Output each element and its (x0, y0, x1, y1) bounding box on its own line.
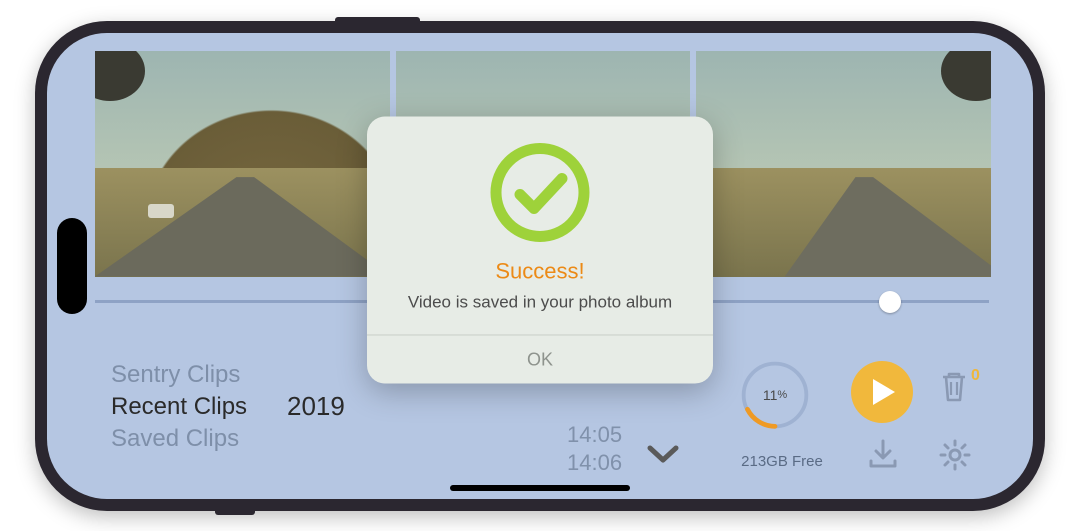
success-check-icon (484, 136, 596, 248)
clip-category-saved[interactable]: Saved Clips (111, 423, 247, 455)
dynamic-island (57, 218, 87, 314)
play-button[interactable] (851, 361, 913, 423)
chevron-down-icon[interactable] (647, 445, 679, 470)
clip-time-1[interactable]: 14:05 (567, 421, 622, 449)
storage-percent: 11% (737, 357, 813, 433)
storage-ring[interactable]: 11% (737, 357, 813, 433)
clip-category-list: Sentry Clips Recent Clips Saved Clips (111, 359, 247, 455)
storage-free-label: 213GB Free (727, 453, 837, 470)
clip-time-2[interactable]: 14:06 (567, 449, 622, 477)
download-icon (867, 439, 899, 469)
thumbnail-right[interactable] (696, 51, 991, 277)
success-modal: Success! Video is saved in your photo al… (367, 116, 713, 383)
scrubber-thumb[interactable] (879, 291, 901, 313)
play-icon (871, 377, 897, 407)
modal-title: Success! (387, 258, 693, 284)
download-button[interactable] (867, 439, 899, 474)
phone-frame: Sentry Clips Recent Clips Saved Clips 20… (35, 21, 1045, 511)
clip-time-list: 14:05 14:06 (567, 421, 622, 477)
trash-button[interactable]: 0 (939, 369, 980, 403)
clip-category-sentry[interactable]: Sentry Clips (111, 359, 247, 391)
thumbnail-left[interactable] (95, 51, 390, 277)
clip-category-recent[interactable]: Recent Clips (111, 391, 247, 423)
screen: Sentry Clips Recent Clips Saved Clips 20… (47, 33, 1033, 499)
settings-button[interactable] (939, 439, 971, 476)
trash-icon (939, 369, 969, 403)
modal-message: Video is saved in your photo album (387, 292, 693, 312)
home-indicator[interactable] (450, 485, 630, 491)
clip-date[interactable]: 2019 (287, 391, 345, 422)
gear-icon (939, 439, 971, 471)
trash-count: 0 (971, 367, 980, 385)
modal-ok-button[interactable]: OK (387, 335, 693, 383)
